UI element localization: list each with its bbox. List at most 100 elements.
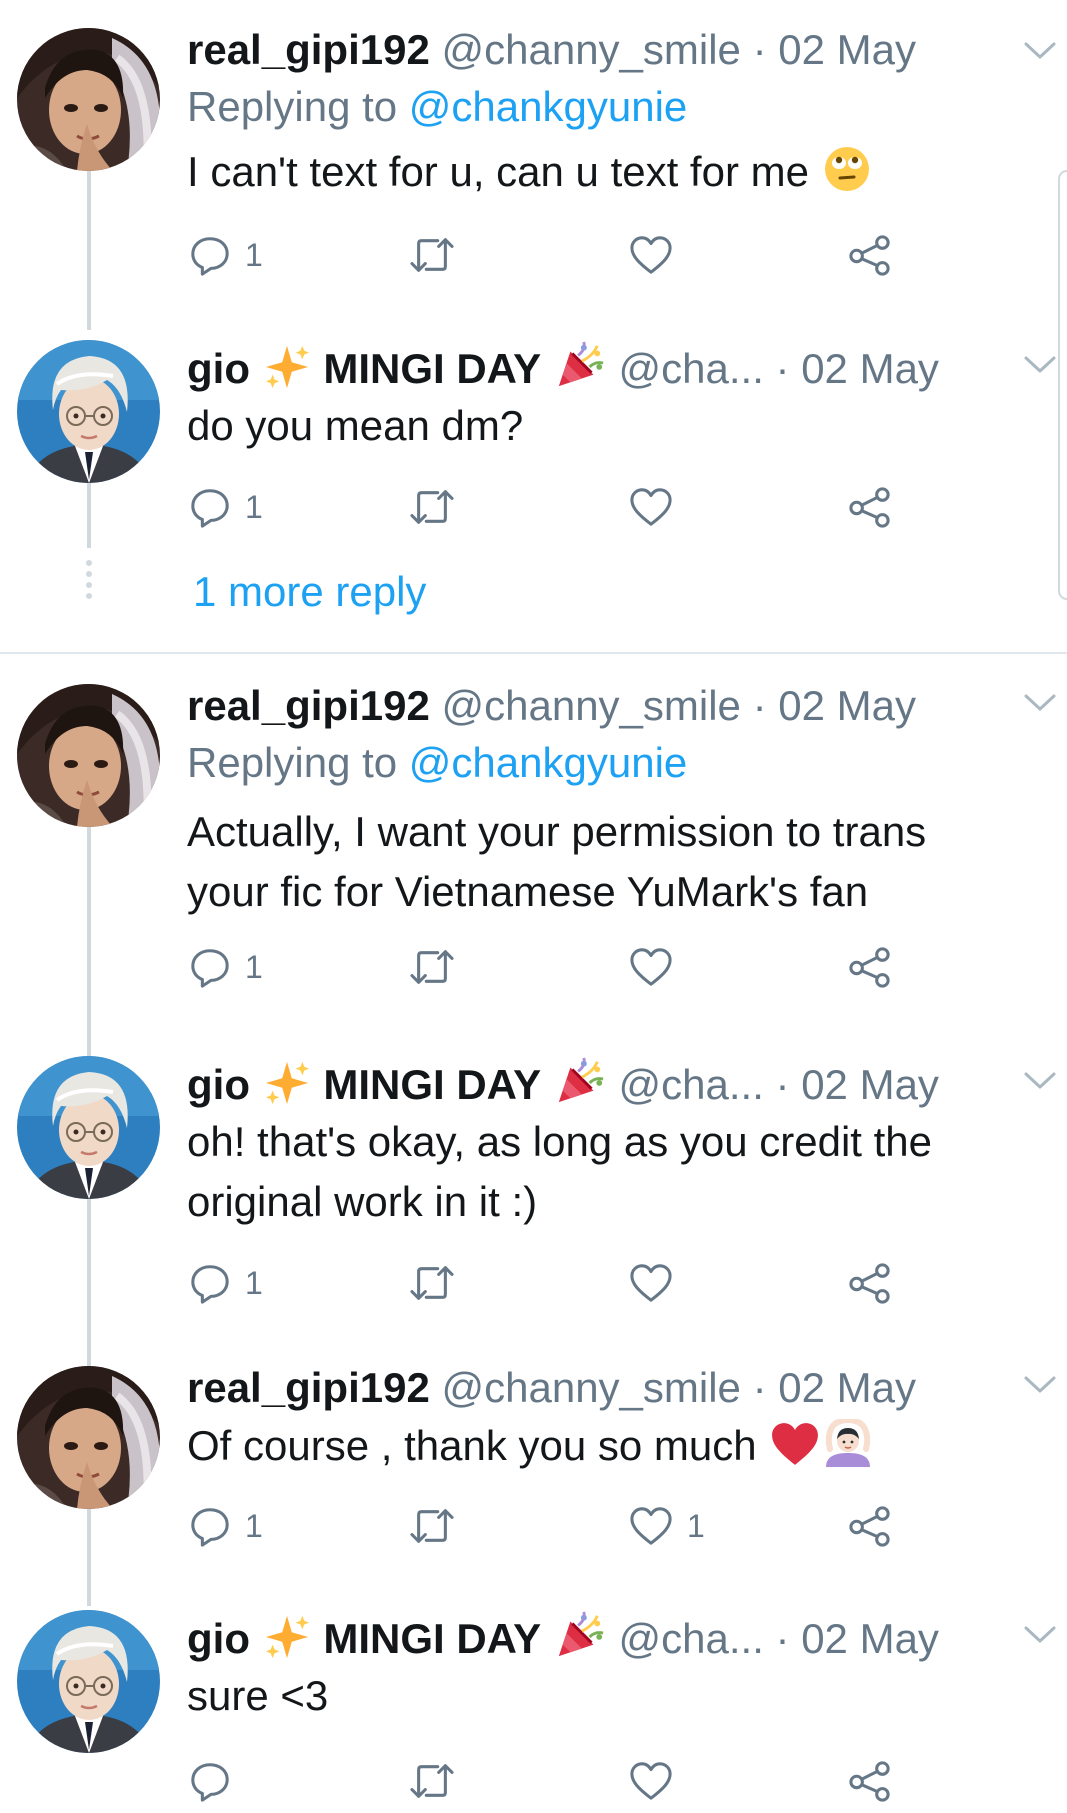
- like-button[interactable]: [629, 484, 673, 530]
- timestamp[interactable]: 02 May: [778, 682, 916, 729]
- display-name-part2[interactable]: MINGI DAY: [323, 1615, 541, 1662]
- reply-button[interactable]: 1: [189, 1260, 263, 1306]
- sparkles-icon: [264, 1060, 310, 1106]
- timestamp[interactable]: 02 May: [778, 26, 916, 73]
- timestamp[interactable]: 02 May: [801, 345, 939, 392]
- heart-icon: [629, 234, 673, 276]
- separator: ·: [752, 1364, 767, 1411]
- share-button[interactable]: [849, 1260, 891, 1306]
- share-button[interactable]: [849, 1758, 891, 1804]
- retweet-button[interactable]: [409, 1503, 455, 1549]
- separator: ·: [752, 682, 767, 729]
- retweet-icon: [409, 1262, 455, 1304]
- share-icon: [849, 1760, 891, 1802]
- like-button[interactable]: [629, 1758, 673, 1804]
- mention-link[interactable]: @chankgyunie: [409, 83, 687, 130]
- tweet-text-line: original work in it :): [187, 1178, 538, 1225]
- display-name-part1[interactable]: gio: [187, 1615, 250, 1662]
- avatar[interactable]: [17, 28, 160, 171]
- person-gesturing-ok-icon: [824, 1419, 872, 1467]
- share-button[interactable]: [849, 484, 891, 530]
- reply-count: 1: [245, 1507, 263, 1544]
- retweet-icon: [409, 234, 455, 276]
- reply-icon: [189, 486, 231, 528]
- timestamp[interactable]: 02 May: [778, 1364, 916, 1411]
- retweet-button[interactable]: [409, 484, 455, 530]
- chevron-down-icon[interactable]: [1023, 1374, 1057, 1396]
- handle[interactable]: @channy_smile: [441, 682, 740, 729]
- reply-button[interactable]: 1: [189, 1503, 263, 1549]
- handle[interactable]: @channy_smile: [441, 26, 740, 73]
- share-button[interactable]: [849, 232, 891, 278]
- tweet-header: real_gipi192 @channy_smile · 02 May: [187, 22, 1047, 78]
- chevron-down-icon[interactable]: [1023, 1070, 1057, 1092]
- tweet-actions: 1: [187, 1260, 907, 1306]
- display-name[interactable]: real_gipi192: [187, 26, 430, 73]
- reply-button[interactable]: 1: [189, 232, 263, 278]
- reply-icon: [189, 1262, 231, 1304]
- heart-icon: [629, 1262, 673, 1304]
- handle[interactable]: @cha...: [619, 1061, 764, 1108]
- tweet-text: oh! that's okay, as long as you credit t…: [187, 1112, 1027, 1232]
- like-button[interactable]: [629, 1260, 673, 1306]
- reply-button[interactable]: 1: [189, 484, 263, 530]
- retweet-button[interactable]: [409, 232, 455, 278]
- display-name-part2[interactable]: MINGI DAY: [323, 345, 541, 392]
- handle[interactable]: @cha...: [619, 345, 764, 392]
- separator: ·: [775, 1061, 790, 1108]
- display-name-part1[interactable]: gio: [187, 1061, 250, 1108]
- reply-button[interactable]: [189, 1758, 231, 1804]
- chevron-down-icon[interactable]: [1023, 40, 1057, 62]
- heart-icon: [629, 486, 673, 528]
- like-button[interactable]: [629, 944, 673, 990]
- party-popper-icon: [555, 1610, 605, 1660]
- more-replies-link[interactable]: 1 more reply: [193, 562, 426, 622]
- avatar[interactable]: [17, 1610, 160, 1753]
- share-icon: [849, 1505, 891, 1547]
- like-button[interactable]: [629, 232, 673, 278]
- tweet-text: Of course , thank you so much: [187, 1416, 1027, 1476]
- scrollbar[interactable]: [1058, 170, 1067, 600]
- tweet-text: sure <3: [187, 1666, 1027, 1726]
- reply-button[interactable]: 1: [189, 944, 263, 990]
- sparkles-icon: [264, 344, 310, 390]
- reply-count: 1: [245, 948, 263, 985]
- tweet-text-content: do you mean dm?: [187, 402, 524, 449]
- thread-line: [87, 1198, 91, 1366]
- display-name-part1[interactable]: gio: [187, 345, 250, 392]
- avatar[interactable]: [17, 340, 160, 483]
- avatar[interactable]: [17, 1056, 160, 1199]
- tweet-text: Actually, I want your permission to tran…: [187, 802, 1027, 922]
- display-name-part2[interactable]: MINGI DAY: [323, 1061, 541, 1108]
- avatar[interactable]: [17, 1366, 160, 1509]
- display-name[interactable]: real_gipi192: [187, 1364, 430, 1411]
- reply-count: 1: [245, 1264, 263, 1301]
- separator: ·: [775, 1615, 790, 1662]
- party-popper-icon: [555, 340, 605, 390]
- thread-dots: [85, 560, 93, 604]
- share-button[interactable]: [849, 1503, 891, 1549]
- chevron-down-icon[interactable]: [1023, 1624, 1057, 1646]
- display-name[interactable]: real_gipi192: [187, 682, 430, 729]
- tweet-text-content: I can't text for u, can u text for me: [187, 148, 809, 195]
- tweet-text-line: oh! that's okay, as long as you credit t…: [187, 1118, 933, 1165]
- mention-link[interactable]: @chankgyunie: [409, 739, 687, 786]
- timestamp[interactable]: 02 May: [801, 1615, 939, 1662]
- timestamp[interactable]: 02 May: [801, 1061, 939, 1108]
- retweet-button[interactable]: [409, 944, 455, 990]
- thread-line: [87, 170, 91, 330]
- retweet-button[interactable]: [409, 1260, 455, 1306]
- retweet-button[interactable]: [409, 1758, 455, 1804]
- like-button[interactable]: 1: [629, 1503, 705, 1549]
- share-button[interactable]: [849, 944, 891, 990]
- chevron-down-icon[interactable]: [1023, 354, 1057, 376]
- red-heart-icon: [770, 1421, 820, 1467]
- avatar[interactable]: [17, 684, 160, 827]
- thread-line: [87, 1506, 91, 1606]
- handle[interactable]: @channy_smile: [441, 1364, 740, 1411]
- retweet-icon: [409, 1760, 455, 1802]
- handle[interactable]: @cha...: [619, 1615, 764, 1662]
- reply-count: 1: [245, 488, 263, 525]
- tweet-text-content: Of course , thank you so much: [187, 1422, 757, 1469]
- chevron-down-icon[interactable]: [1023, 692, 1057, 714]
